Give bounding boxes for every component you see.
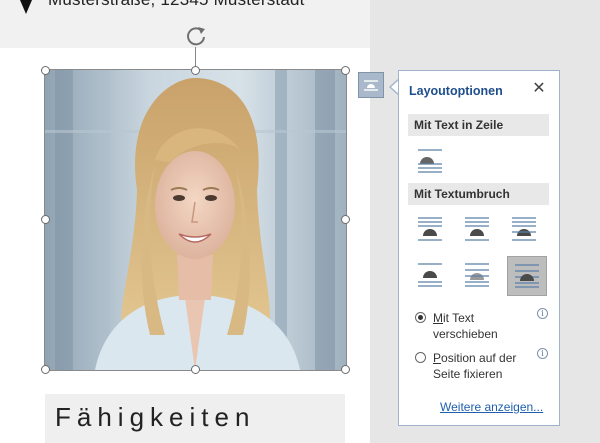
resize-handle-top[interactable]: [191, 66, 200, 75]
resize-handle-top-right[interactable]: [341, 66, 350, 75]
section-inline-heading: Mit Text in Zeile: [408, 114, 549, 136]
wrap-through-option[interactable]: [507, 212, 541, 246]
wrap-square-option[interactable]: [413, 212, 447, 246]
selected-photo[interactable]: [44, 69, 347, 371]
wrap-behind-text-icon: [465, 263, 489, 287]
move-with-text-radio-row[interactable]: Mit Text verschieben: [415, 310, 535, 344]
resize-handle-top-left[interactable]: [41, 66, 50, 75]
portrait-image: [45, 70, 346, 370]
skills-heading-box: Fähigkeiten: [45, 394, 345, 443]
layout-options-panel: Layoutoptionen ✕ Mit Text in Zeile Mit T…: [398, 70, 560, 426]
show-more-link[interactable]: Weitere anzeigen...: [440, 400, 543, 414]
layout-options-icon: [364, 80, 378, 91]
fix-position-label: Position auf der Seite fixieren: [433, 351, 517, 381]
move-with-text-label: Mit Text verschieben: [433, 311, 498, 341]
inline-with-text-icon: [418, 149, 442, 173]
wrap-tight-option[interactable]: [460, 212, 494, 246]
wrap-square-icon: [418, 217, 442, 241]
info-icon[interactable]: i: [537, 348, 548, 359]
layout-options-button[interactable]: [358, 72, 384, 98]
resize-handle-bottom[interactable]: [191, 365, 200, 374]
wrap-top-bottom-icon: [418, 263, 442, 287]
skills-heading: Fähigkeiten: [55, 402, 256, 432]
wrap-tight-icon: [465, 217, 489, 241]
inline-with-text-option[interactable]: [413, 143, 447, 177]
fix-position-radio-row[interactable]: Position auf der Seite fixieren: [415, 350, 535, 384]
resize-handle-left[interactable]: [41, 215, 50, 224]
resize-handle-right[interactable]: [341, 215, 350, 224]
panel-title: Layoutoptionen: [409, 84, 503, 98]
address-line: Musterstraße, 12345 Musterstadt: [48, 0, 305, 10]
wrap-through-icon: [512, 217, 536, 241]
resize-handle-bottom-right[interactable]: [341, 365, 350, 374]
section-wrap-heading: Mit Textumbruch: [408, 183, 549, 205]
move-with-text-radio[interactable]: [415, 312, 426, 323]
wrap-in-front-of-text-icon: [515, 264, 539, 288]
close-icon[interactable]: ✕: [530, 80, 548, 98]
wrap-top-bottom-option[interactable]: [413, 258, 447, 292]
wrap-in-front-of-text-option[interactable]: [507, 256, 547, 296]
resize-handle-bottom-left[interactable]: [41, 365, 50, 374]
wrap-behind-text-option[interactable]: [460, 258, 494, 292]
document-page: Musterstraße, 12345 Musterstadt: [0, 0, 370, 443]
location-pin-icon: [20, 0, 32, 14]
fix-position-radio[interactable]: [415, 352, 426, 363]
rotate-handle-icon[interactable]: [184, 24, 208, 48]
info-icon[interactable]: i: [537, 308, 548, 319]
